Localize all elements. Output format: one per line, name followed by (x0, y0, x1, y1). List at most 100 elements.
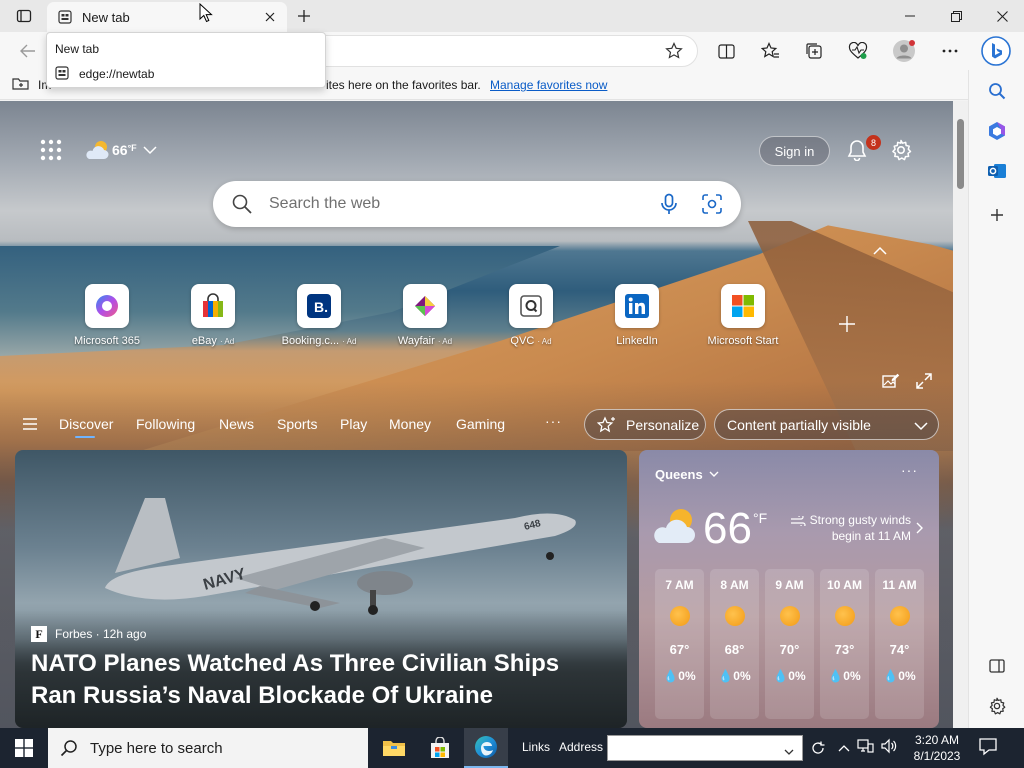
feed-more-button[interactable]: ··· (545, 413, 562, 429)
action-center-button[interactable] (978, 736, 998, 761)
quick-link-qvc[interactable]: QVC · Ad (486, 284, 576, 347)
news-source[interactable]: F Forbes · 12h ago (31, 626, 146, 642)
taskbar-edge[interactable] (464, 728, 508, 768)
partly-cloudy-icon (86, 141, 109, 159)
taskbar-address-go-button[interactable] (806, 736, 830, 760)
taskbar-search-box[interactable]: Type here to search (48, 728, 368, 768)
taskbar-links-toolbar[interactable]: Links (522, 740, 550, 754)
sun-icon (669, 606, 690, 626)
taskbar-file-explorer[interactable] (372, 728, 416, 768)
feed-tab-play[interactable]: Play (340, 416, 367, 432)
settings-and-more-button[interactable] (936, 39, 964, 63)
hourly-forecast-item[interactable]: 10 AM 73° 💧0% (820, 569, 869, 719)
feed-tab-discover[interactable]: Discover (59, 416, 113, 432)
tab-title: New tab (82, 9, 130, 25)
news-card[interactable]: NAVY 648 F Forbes · 12h ago NATO Planes … (15, 450, 627, 728)
network-button[interactable] (856, 738, 874, 759)
chevron-down-icon[interactable] (784, 743, 794, 761)
hourly-forecast-item[interactable]: 7 AM 67° 💧0% (655, 569, 704, 719)
search-icon (231, 193, 253, 220)
taskbar-store[interactable] (418, 728, 462, 768)
quick-link-label: Microsoft Start (707, 335, 779, 347)
sidebar-add-button[interactable] (983, 201, 1011, 229)
sidebar-outlook-button[interactable] (983, 157, 1011, 185)
ad-marker: · Ad (342, 337, 357, 346)
sidebar-office-button[interactable] (983, 117, 1011, 145)
restore-button[interactable] (934, 0, 978, 32)
edit-background-button[interactable] (882, 373, 900, 394)
web-search-box[interactable]: Search the web (213, 181, 741, 227)
weather-more-button[interactable]: ··· (901, 462, 918, 478)
bing-chat-button[interactable] (980, 35, 1012, 67)
gear-icon (989, 697, 1006, 715)
feed-menu-button[interactable] (22, 417, 38, 436)
hourly-forecast-item[interactable]: 9 AM 70° 💧0% (765, 569, 814, 719)
personalize-button[interactable]: Personalize (584, 409, 706, 440)
quick-link-booking[interactable]: B. Booking.c... · Ad (274, 284, 364, 347)
feed-tab-gaming[interactable]: Gaming (456, 416, 505, 432)
microphone-icon (661, 193, 677, 214)
feed-tab-sports[interactable]: Sports (277, 416, 317, 432)
weather-current-temp: 66 (703, 504, 752, 553)
feed-tab-news[interactable]: News (219, 416, 254, 432)
start-button[interactable] (0, 728, 48, 768)
browser-essentials-button[interactable] (844, 39, 872, 63)
favorites-button[interactable] (756, 39, 784, 63)
raindrop-icon: 💧 (828, 669, 844, 683)
manage-favorites-link[interactable]: Manage favorites now (490, 78, 607, 92)
hour-precip: 💧0% (820, 669, 869, 683)
sidebar-search-button[interactable] (983, 77, 1011, 105)
back-button[interactable] (14, 39, 42, 63)
scrollbar-thumb[interactable] (957, 119, 964, 189)
news-headline[interactable]: NATO Planes Watched As Three Civilian Sh… (31, 648, 611, 712)
feed-tab-following[interactable]: Following (136, 416, 195, 432)
taskbar-clock[interactable]: 3:20 AM 8/1/2023 (905, 732, 969, 764)
sidebar-settings-button[interactable] (983, 692, 1011, 720)
hourly-forecast-item[interactable]: 8 AM 68° 💧0% (710, 569, 759, 719)
quick-link-microsoft-365[interactable]: Microsoft 365 (62, 284, 152, 347)
close-window-button[interactable] (980, 0, 1024, 32)
active-tab-indicator (75, 436, 95, 438)
expand-button[interactable] (916, 373, 932, 394)
content-visibility-dropdown[interactable]: Content partially visible (714, 409, 939, 440)
show-hidden-icons-button[interactable] (838, 739, 850, 757)
taskbar-address-input[interactable] (607, 735, 803, 761)
weather-location-dropdown[interactable]: Queens (655, 467, 719, 482)
store-bag-icon (431, 737, 449, 758)
import-favorites-button[interactable] (12, 76, 30, 95)
app-launcher-button[interactable] (40, 139, 64, 163)
split-screen-button[interactable] (712, 39, 740, 63)
tab-actions-button[interactable] (8, 0, 40, 32)
feed-tab-money[interactable]: Money (389, 416, 431, 432)
quick-link-microsoft-start[interactable]: Microsoft Start (698, 284, 788, 347)
weather-city: Queens (655, 467, 703, 482)
page-settings-button[interactable] (890, 139, 914, 163)
voice-search-button[interactable] (657, 192, 681, 221)
volume-button[interactable] (880, 738, 898, 759)
add-quick-link-button[interactable] (838, 313, 856, 339)
tab-new-tab[interactable]: New tab (47, 2, 287, 32)
minimize-button[interactable] (888, 0, 932, 32)
weather-alert[interactable]: Strong gusty winds begin at 11 AM (785, 512, 911, 544)
title-bar: New tab (0, 0, 1024, 32)
hour-time: 11 AM (882, 578, 917, 592)
close-tab-button[interactable] (259, 6, 281, 28)
collapse-quick-links-button[interactable] (872, 243, 888, 261)
add-favorite-button[interactable] (665, 42, 683, 65)
weather-widget-button[interactable]: 66 °F (84, 139, 157, 161)
profile-button[interactable] (890, 39, 918, 63)
sidebar-toggle-button[interactable] (983, 652, 1011, 680)
sign-in-button[interactable]: Sign in (759, 136, 830, 166)
quick-link-ebay[interactable]: eBay · Ad (168, 284, 258, 347)
quick-link-wayfair[interactable]: Wayfair · Ad (380, 284, 470, 347)
chevron-up-icon (838, 745, 850, 752)
visual-search-button[interactable] (701, 193, 723, 220)
hour-time: 8 AM (720, 578, 749, 592)
weather-card[interactable]: Queens ··· 66 °F Strong gusty winds begi… (639, 450, 939, 728)
page-scrollbar[interactable] (953, 101, 968, 728)
quick-link-linkedin[interactable]: LinkedIn (592, 284, 682, 347)
hourly-forecast-item[interactable]: 11 AM 74° 💧0% (875, 569, 924, 719)
hour-precip: 💧0% (710, 669, 759, 683)
collections-button[interactable] (800, 39, 828, 63)
new-tab-button[interactable] (292, 0, 316, 32)
